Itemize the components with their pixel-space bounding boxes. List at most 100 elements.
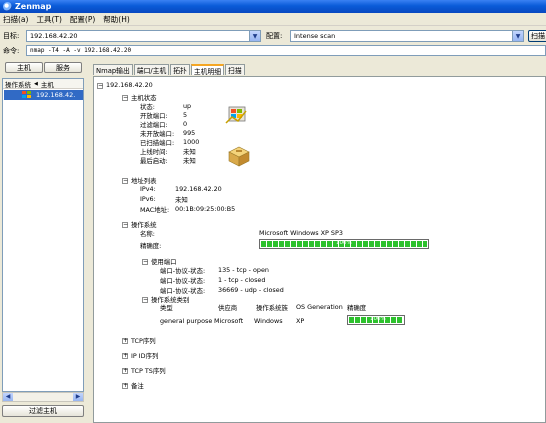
tab-hosts[interactable]: 主机 [5, 62, 43, 73]
profile-combobox[interactable]: Intense scan ▼ [290, 30, 524, 42]
profile-value: Intense scan [294, 32, 336, 40]
port-label: 端口-协议-状态: [160, 277, 206, 285]
result-tabs: Nmap输出 端口/主机 拓扑 主机明细 扫描 [93, 64, 245, 76]
field-label: 开放端口: [140, 112, 168, 120]
menu-profile[interactable]: 配置(P) [70, 14, 95, 25]
menu-help[interactable]: 帮助(H) [103, 14, 130, 25]
section-tcp-sequence[interactable]: TCP序列 [131, 336, 156, 345]
expand-icon[interactable]: + [122, 383, 128, 389]
port-value: 1 - tcp - closed [218, 276, 266, 284]
field-value: 5 [183, 111, 188, 119]
host-ip-heading: 192.168.42.20 [106, 81, 153, 89]
expand-icon[interactable]: + [122, 338, 128, 344]
field-value: 未知 [175, 196, 188, 204]
os-name-value: Microsoft Windows XP SP3 [259, 229, 343, 237]
os-class-cell: Microsoft [214, 317, 244, 325]
target-label: 目标: [3, 32, 20, 40]
field-value: 995 [183, 129, 196, 137]
port-value: 36669 - udp - closed [218, 286, 284, 294]
chevron-down-icon[interactable]: ▼ [512, 31, 523, 41]
os-class-cell: XP [296, 317, 305, 325]
collapse-icon[interactable]: − [122, 178, 128, 184]
os-accuracy-value: 100% [336, 240, 352, 246]
host-list-header: 操作系统 ◀ 主机 [3, 79, 83, 89]
target-combobox[interactable]: 192.168.42.20 ▼ [26, 30, 261, 42]
tab-services[interactable]: 服务 [44, 62, 82, 73]
os-accuracy-label: 精确度: [140, 242, 162, 250]
field-label: 未开放端口: [140, 130, 175, 138]
field-label: 最后启动: [140, 157, 168, 165]
command-label: 命令: [3, 47, 20, 55]
collapse-icon[interactable]: − [122, 222, 128, 228]
chevron-down-icon[interactable]: ▼ [249, 31, 260, 41]
expand-icon[interactable]: + [122, 368, 128, 374]
field-label: 上线时间: [140, 148, 168, 156]
collapse-icon[interactable]: − [97, 83, 103, 89]
profile-label: 配置: [266, 32, 283, 40]
os-class-accuracy-value: 100% [370, 316, 386, 322]
host-list-scrollbar[interactable]: ◀ ▶ [2, 392, 84, 402]
zenmap-app-icon [3, 2, 12, 11]
tab-ports-hosts[interactable]: 端口/主机 [133, 64, 170, 75]
os-name-label: 名称: [140, 230, 155, 238]
filter-hosts-button[interactable]: 过滤主机 [2, 405, 84, 417]
os-class-header: 精确度 [347, 304, 367, 312]
field-label: MAC地址: [140, 206, 170, 214]
tab-host-details[interactable]: 主机明细 [190, 64, 225, 76]
host-row-label: 192.168.42. [36, 91, 76, 99]
menu-tools[interactable]: 工具(T) [36, 14, 61, 25]
scroll-right-icon[interactable]: ▶ [73, 393, 83, 401]
field-label: IPv6: [140, 195, 156, 203]
port-label: 端口-协议-状态: [160, 267, 206, 275]
os-class-header: 供应商 [218, 304, 238, 312]
section-comments[interactable]: 备注 [131, 381, 144, 390]
field-value: 192.168.42.20 [175, 185, 222, 193]
col-os[interactable]: 操作系统 [5, 79, 31, 89]
col-host[interactable]: 主机 [41, 79, 54, 89]
collapse-icon[interactable]: − [122, 95, 128, 101]
field-label: 过滤端口: [140, 121, 168, 129]
windows-os-icon [22, 91, 31, 98]
host-row[interactable]: 192.168.42. [4, 90, 83, 100]
os-class-cell: Windows [254, 317, 283, 325]
host-list: 操作系统 ◀ 主机 192.168.42. [2, 78, 84, 392]
box-icon [228, 146, 250, 167]
window-titlebar: Zenmap [0, 0, 546, 13]
field-value: 00:1B:09:25:00:B5 [175, 205, 236, 213]
left-pane: 主机 服务 操作系统 ◀ 主机 192.168.42. ◀ ▶ [2, 62, 84, 405]
collapse-icon[interactable]: − [142, 259, 148, 265]
field-value: 未知 [183, 148, 196, 156]
field-value: 1000 [183, 138, 200, 146]
sort-icon: ◀ [34, 80, 38, 87]
left-tabs: 主机 服务 [2, 62, 84, 74]
addresses-title: 地址列表 [131, 177, 157, 185]
os-class-header: 类型 [160, 304, 173, 312]
window-title: Zenmap [15, 2, 52, 11]
field-value: 0 [183, 120, 188, 128]
scan-button[interactable]: 扫描 [528, 30, 546, 42]
tab-scans[interactable]: 扫描 [225, 64, 245, 75]
section-tcpts-sequence[interactable]: TCP TS序列 [131, 366, 166, 375]
field-label: 已扫描端口: [140, 139, 175, 147]
open-ports-icon [225, 106, 247, 124]
os-class-header: 操作系统族 [256, 304, 288, 312]
os-accuracy-bar: 100% [259, 239, 429, 249]
menu-scan[interactable]: 扫描(a) [3, 14, 28, 25]
section-ipid-sequence[interactable]: IP ID序列 [131, 351, 158, 360]
os-title: 操作系统 [131, 221, 157, 229]
collapse-icon[interactable]: − [142, 297, 148, 303]
tab-nmap-output[interactable]: Nmap输出 [93, 64, 133, 75]
ports-used-title: 使用端口 [151, 258, 177, 266]
field-label: 状态: [140, 103, 155, 111]
host-status-title: 主机状态 [131, 94, 157, 102]
menubar: 扫描(a) 工具(T) 配置(P) 帮助(H) [0, 13, 546, 26]
tab-topology[interactable]: 拓扑 [170, 64, 190, 75]
field-value: 未知 [183, 157, 196, 165]
os-class-accuracy-bar: 100% [347, 315, 405, 325]
target-value: 192.168.42.20 [30, 32, 78, 40]
expand-icon[interactable]: + [122, 353, 128, 359]
port-label: 端口-协议-状态: [160, 287, 206, 295]
command-input[interactable]: nmap -T4 -A -v 192.168.42.20 [26, 45, 546, 56]
command-value: nmap -T4 -A -v 192.168.42.20 [30, 47, 132, 54]
scroll-left-icon[interactable]: ◀ [3, 393, 13, 401]
